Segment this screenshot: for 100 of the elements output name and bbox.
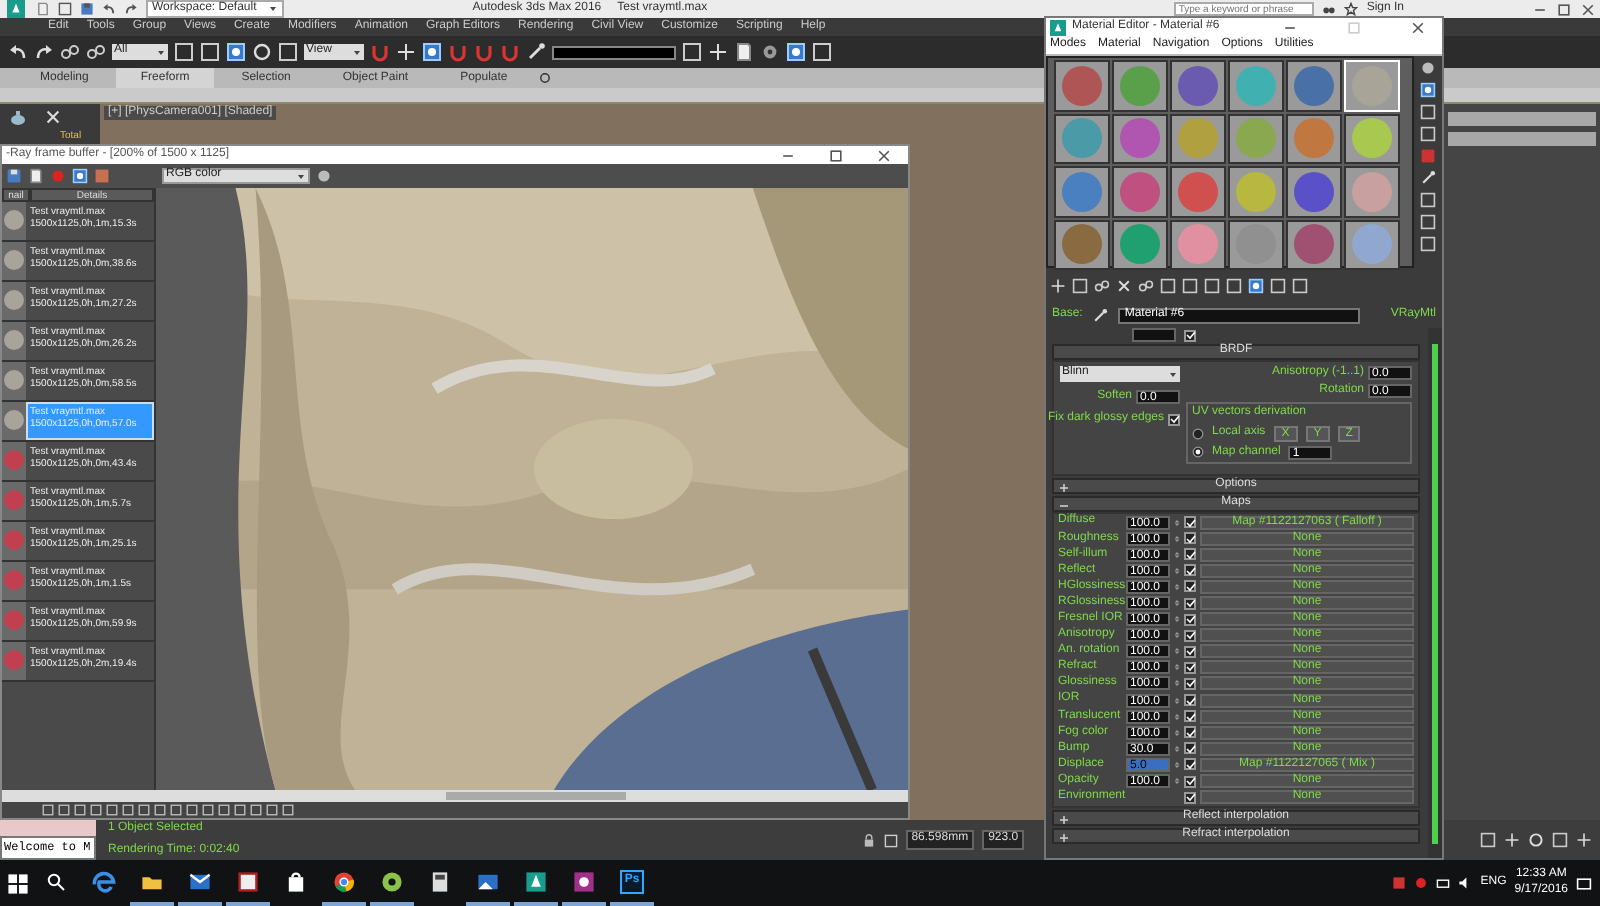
material-tool-icon[interactable] xyxy=(1116,277,1132,293)
checkbox[interactable] xyxy=(1184,516,1196,529)
checkbox[interactable] xyxy=(1168,413,1180,426)
scale-icon[interactable] xyxy=(278,42,298,62)
spinner-icon[interactable] xyxy=(1174,676,1180,691)
spinner-icon[interactable] xyxy=(1174,628,1180,643)
binoculars-icon[interactable] xyxy=(1322,2,1337,16)
spinner-icon[interactable] xyxy=(1174,612,1180,627)
select-icon[interactable] xyxy=(174,42,194,62)
checkbox[interactable] xyxy=(1184,710,1196,723)
checkbox[interactable] xyxy=(1184,758,1196,771)
playback-icon[interactable] xyxy=(1480,832,1496,848)
checkbox[interactable] xyxy=(1184,564,1196,577)
spinner-icon[interactable] xyxy=(1174,741,1180,756)
checkbox[interactable] xyxy=(1184,726,1196,739)
material-tool-icon[interactable] xyxy=(1138,277,1154,293)
eyedropper-icon[interactable] xyxy=(1092,307,1109,323)
playback-icon[interactable] xyxy=(1504,832,1520,848)
lock-icon[interactable] xyxy=(861,833,876,847)
render-setup-icon[interactable] xyxy=(760,42,780,62)
maximize-icon[interactable] xyxy=(1556,1,1572,17)
spinner-icon[interactable] xyxy=(1174,515,1180,530)
slot-tool-icon[interactable] xyxy=(1420,82,1436,98)
checkbox[interactable] xyxy=(1184,677,1196,690)
color-icon[interactable] xyxy=(316,168,332,184)
region-icon[interactable] xyxy=(200,42,220,62)
slot-tool-icon[interactable] xyxy=(1420,170,1436,186)
spinner-icon[interactable] xyxy=(1174,693,1180,708)
ribbon-options-icon[interactable] xyxy=(535,72,554,84)
checkbox[interactable] xyxy=(1184,329,1196,341)
snap-icon[interactable] xyxy=(422,42,442,62)
move-icon[interactable] xyxy=(226,42,246,62)
spinner-icon[interactable] xyxy=(1174,660,1180,675)
selection-set-field[interactable] xyxy=(552,45,676,59)
redo-icon[interactable] xyxy=(124,2,138,16)
checkbox[interactable] xyxy=(1184,645,1196,658)
spinner-icon[interactable] xyxy=(1174,644,1180,659)
rotate-icon[interactable] xyxy=(252,42,272,62)
close-icon[interactable] xyxy=(876,147,892,163)
flag-icon[interactable] xyxy=(1392,876,1407,890)
windows-start-icon[interactable] xyxy=(6,871,30,895)
material-tool-icon[interactable] xyxy=(1248,277,1264,293)
angle-snap-icon[interactable] xyxy=(474,42,494,62)
maximize-icon[interactable] xyxy=(828,147,844,163)
spinner-icon[interactable] xyxy=(1174,579,1180,594)
spinner-icon[interactable] xyxy=(1174,709,1180,724)
save-icon[interactable] xyxy=(80,2,94,16)
spinner-icon[interactable] xyxy=(1174,563,1180,578)
undo-icon[interactable] xyxy=(102,2,116,16)
teapot-icon[interactable] xyxy=(8,108,28,128)
close-icon[interactable] xyxy=(1410,20,1426,36)
spinner-icon[interactable] xyxy=(1174,531,1180,546)
pivot-icon[interactable] xyxy=(396,42,416,62)
spinner-icon[interactable] xyxy=(1174,547,1180,562)
checkbox[interactable] xyxy=(1184,775,1196,788)
checkbox[interactable] xyxy=(1184,532,1196,545)
star-icon[interactable] xyxy=(1344,2,1359,16)
checkbox[interactable] xyxy=(1184,742,1196,755)
frame-window-icon[interactable] xyxy=(812,42,832,62)
material-tool-icon[interactable] xyxy=(1094,277,1110,293)
transform-mode-icon[interactable] xyxy=(883,833,898,847)
align-icon[interactable] xyxy=(708,42,728,62)
value-field[interactable] xyxy=(1132,328,1176,342)
spinner-icon[interactable] xyxy=(1174,725,1180,740)
spinner-icon[interactable] xyxy=(1174,596,1180,611)
pencil-icon[interactable] xyxy=(526,42,546,62)
compare-icon[interactable] xyxy=(72,168,88,184)
scroll-thumb[interactable] xyxy=(1432,344,1438,844)
checkbox[interactable] xyxy=(1184,613,1196,626)
checkbox[interactable] xyxy=(1184,580,1196,593)
search-icon[interactable] xyxy=(46,871,66,891)
unlink-icon[interactable] xyxy=(86,42,106,62)
checkbox[interactable] xyxy=(1184,661,1196,674)
checkbox[interactable] xyxy=(1184,548,1196,561)
record-icon[interactable] xyxy=(1414,876,1429,890)
scroll-thumb[interactable] xyxy=(446,792,626,800)
checkbox[interactable] xyxy=(1184,791,1196,804)
undo-icon[interactable] xyxy=(8,42,28,62)
layer-icon[interactable] xyxy=(734,42,754,62)
app-logo-icon[interactable] xyxy=(1050,20,1066,36)
app-logo-icon[interactable] xyxy=(4,0,28,18)
checkbox[interactable] xyxy=(1184,597,1196,610)
material-tool-icon[interactable] xyxy=(1072,277,1088,293)
close-icon[interactable] xyxy=(1580,1,1596,17)
notification-icon[interactable] xyxy=(1576,875,1592,891)
redo-icon[interactable] xyxy=(34,42,54,62)
render-icon[interactable] xyxy=(786,42,806,62)
spinner-icon[interactable] xyxy=(1174,774,1180,789)
checkbox[interactable] xyxy=(1184,629,1196,642)
radio-button[interactable] xyxy=(1192,446,1204,459)
material-tool-icon[interactable] xyxy=(1050,277,1066,293)
open-icon[interactable] xyxy=(58,2,72,16)
tile-icon[interactable] xyxy=(94,168,110,184)
checkbox[interactable] xyxy=(1184,694,1196,707)
radio-button[interactable] xyxy=(1192,427,1204,440)
link-icon[interactable] xyxy=(60,42,80,62)
playback-icon[interactable] xyxy=(1576,832,1592,848)
slot-tool-icon[interactable] xyxy=(1420,60,1436,76)
save-icon[interactable] xyxy=(6,168,22,184)
spinner-icon[interactable] xyxy=(1174,757,1180,772)
